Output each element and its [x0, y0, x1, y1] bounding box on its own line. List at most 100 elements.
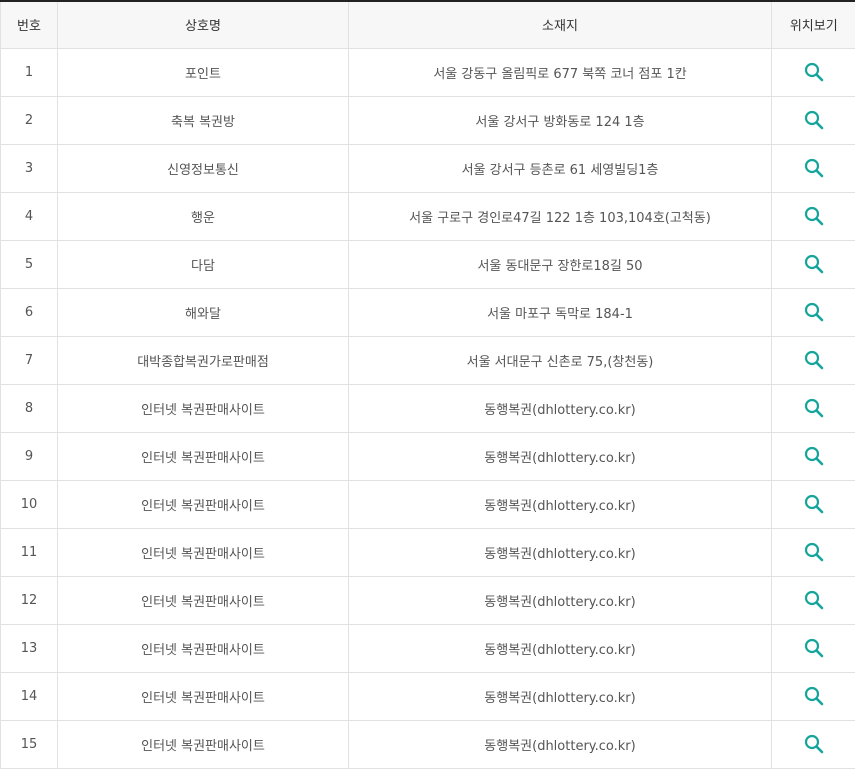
row-number: 10 [0, 480, 58, 529]
table-row: 10 인터넷 복권판매사이트 동행복권(dhlottery.co.kr) [0, 480, 855, 529]
row-address: 서울 강서구 등촌로 61 세영빌딩1층 [348, 144, 772, 193]
table-row: 3 신영정보통신 서울 강서구 등촌로 61 세영빌딩1층 [0, 144, 855, 193]
row-store-name: 인터넷 복권판매사이트 [57, 480, 349, 529]
row-address: 동행복권(dhlottery.co.kr) [348, 384, 772, 433]
row-store-name: 인터넷 복권판매사이트 [57, 720, 349, 769]
location-search-button[interactable] [800, 106, 828, 134]
row-number: 12 [0, 576, 58, 625]
row-location-view [771, 480, 855, 529]
location-search-button[interactable] [800, 202, 828, 230]
table-row: 7 대박종합복권가로판매점 서울 서대문구 신촌로 75,(창천동) [0, 336, 855, 385]
search-icon [804, 110, 824, 130]
search-icon [804, 734, 824, 754]
row-store-name: 축복 복권방 [57, 96, 349, 145]
row-location-view [771, 576, 855, 625]
row-address: 서울 구로구 경인로47길 122 1층 103,104호(고척동) [348, 192, 772, 241]
header-number: 번호 [0, 1, 58, 49]
location-search-button[interactable] [800, 346, 828, 374]
table-row: 12 인터넷 복권판매사이트 동행복권(dhlottery.co.kr) [0, 576, 855, 625]
row-location-view [771, 528, 855, 577]
search-icon [804, 446, 824, 466]
search-icon [804, 62, 824, 82]
row-number: 15 [0, 720, 58, 769]
search-icon [804, 542, 824, 562]
row-store-name: 인터넷 복권판매사이트 [57, 384, 349, 433]
table-row: 9 인터넷 복권판매사이트 동행복권(dhlottery.co.kr) [0, 432, 855, 481]
location-search-button[interactable] [800, 58, 828, 86]
location-search-button[interactable] [800, 634, 828, 662]
location-search-button[interactable] [800, 538, 828, 566]
row-address: 서울 서대문구 신촌로 75,(창천동) [348, 336, 772, 385]
row-store-name: 인터넷 복권판매사이트 [57, 624, 349, 673]
row-store-name: 인터넷 복권판매사이트 [57, 672, 349, 721]
location-search-button[interactable] [800, 490, 828, 518]
row-number: 3 [0, 144, 58, 193]
row-address: 서울 강동구 올림픽로 677 북쪽 코너 점포 1칸 [348, 48, 772, 97]
row-location-view [771, 96, 855, 145]
row-number: 5 [0, 240, 58, 289]
row-location-view [771, 624, 855, 673]
row-store-name: 포인트 [57, 48, 349, 97]
search-icon [804, 494, 824, 514]
row-location-view [771, 240, 855, 289]
location-search-button[interactable] [800, 442, 828, 470]
location-search-button[interactable] [800, 682, 828, 710]
location-search-button[interactable] [800, 298, 828, 326]
search-icon [804, 638, 824, 658]
location-search-button[interactable] [800, 730, 828, 758]
location-search-button[interactable] [800, 154, 828, 182]
store-table: 번호 상호명 소재지 위치보기 1 포인트 서울 강동구 올림픽로 677 북쪽 코… [0, 0, 855, 769]
row-location-view [771, 432, 855, 481]
row-number: 14 [0, 672, 58, 721]
search-icon [804, 686, 824, 706]
search-icon [804, 398, 824, 418]
row-store-name: 인터넷 복권판매사이트 [57, 432, 349, 481]
location-search-button[interactable] [800, 250, 828, 278]
row-store-name: 신영정보통신 [57, 144, 349, 193]
row-store-name: 해와달 [57, 288, 349, 337]
table-row: 2 축복 복권방 서울 강서구 방화동로 124 1층 [0, 96, 855, 145]
row-number: 6 [0, 288, 58, 337]
row-number: 1 [0, 48, 58, 97]
table-row: 15 인터넷 복권판매사이트 동행복권(dhlottery.co.kr) [0, 720, 855, 769]
location-search-button[interactable] [800, 394, 828, 422]
row-address: 동행복권(dhlottery.co.kr) [348, 672, 772, 721]
row-address: 서울 강서구 방화동로 124 1층 [348, 96, 772, 145]
header-row: 번호 상호명 소재지 위치보기 [0, 1, 855, 49]
row-address: 동행복권(dhlottery.co.kr) [348, 528, 772, 577]
header-address: 소재지 [348, 1, 772, 49]
row-location-view [771, 48, 855, 97]
table-row: 11 인터넷 복권판매사이트 동행복권(dhlottery.co.kr) [0, 528, 855, 577]
header-store-name: 상호명 [57, 1, 349, 49]
row-store-name: 인터넷 복권판매사이트 [57, 576, 349, 625]
row-location-view [771, 384, 855, 433]
row-location-view [771, 672, 855, 721]
row-number: 11 [0, 528, 58, 577]
location-search-button[interactable] [800, 586, 828, 614]
search-icon [804, 302, 824, 322]
search-icon [804, 590, 824, 610]
table-row: 8 인터넷 복권판매사이트 동행복권(dhlottery.co.kr) [0, 384, 855, 433]
row-number: 4 [0, 192, 58, 241]
row-number: 7 [0, 336, 58, 385]
search-icon [804, 158, 824, 178]
row-address: 동행복권(dhlottery.co.kr) [348, 624, 772, 673]
row-address: 동행복권(dhlottery.co.kr) [348, 720, 772, 769]
row-address: 동행복권(dhlottery.co.kr) [348, 432, 772, 481]
row-address: 동행복권(dhlottery.co.kr) [348, 480, 772, 529]
row-location-view [771, 336, 855, 385]
row-address: 서울 마포구 독막로 184-1 [348, 288, 772, 337]
table-row: 4 행운 서울 구로구 경인로47길 122 1층 103,104호(고척동) [0, 192, 855, 241]
row-location-view [771, 288, 855, 337]
row-number: 13 [0, 624, 58, 673]
row-store-name: 행운 [57, 192, 349, 241]
row-store-name: 다담 [57, 240, 349, 289]
row-location-view [771, 192, 855, 241]
table-row: 5 다담 서울 동대문구 장한로18길 50 [0, 240, 855, 289]
table-row: 1 포인트 서울 강동구 올림픽로 677 북쪽 코너 점포 1칸 [0, 48, 855, 97]
row-location-view [771, 720, 855, 769]
row-location-view [771, 144, 855, 193]
search-icon [804, 254, 824, 274]
table-row: 13 인터넷 복권판매사이트 동행복권(dhlottery.co.kr) [0, 624, 855, 673]
search-icon [804, 206, 824, 226]
